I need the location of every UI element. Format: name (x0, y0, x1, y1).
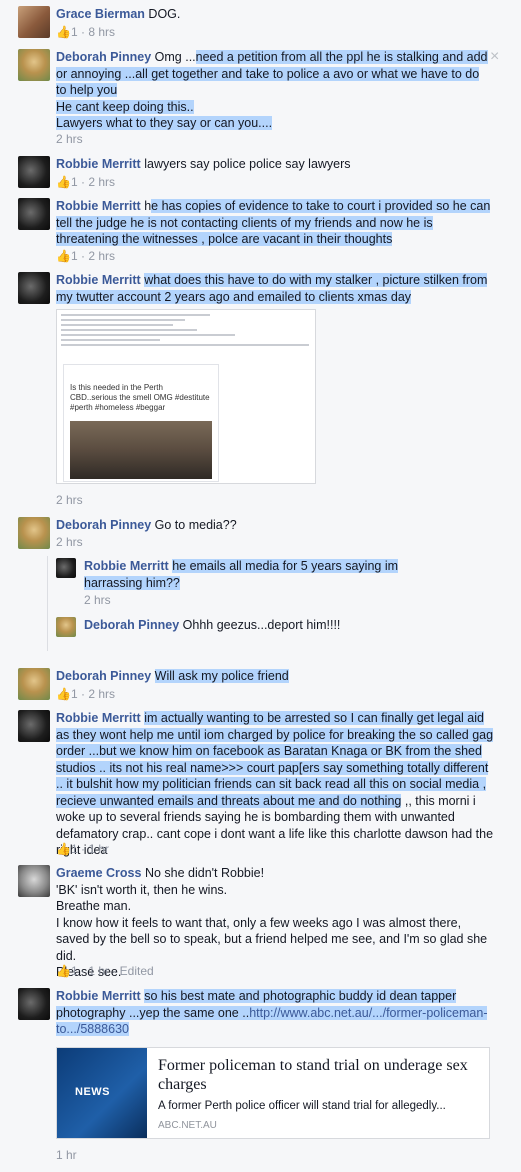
timestamp[interactable]: 1 hr (88, 842, 109, 856)
link-description: A former Perth police officer will stand… (158, 1100, 446, 1112)
comment-text: No she didn't Robbie! (144, 866, 265, 880)
tweet-text: Is this needed in the Perth CBD..serious… (70, 383, 210, 412)
comment-line: Lawyers what to they say or can you.... (56, 116, 273, 130)
comment-body: Deborah Pinney Will ask my police friend (56, 668, 496, 685)
comment-thread: Grace Bierman DOG. 👍1 · 8 hrs Deborah Pi… (0, 0, 521, 1172)
email-document-image (61, 314, 309, 349)
comment-meta: 👍1 · 2 hrs (56, 249, 115, 263)
comment-meta: 2 hrs (56, 131, 83, 147)
commenter-name[interactable]: Deborah Pinney (84, 618, 179, 632)
like-thumb-icon: 👍 (56, 964, 71, 978)
comment-text: Go to media?? (154, 518, 237, 532)
comment-body: Robbie Merritt he has copies of evidence… (56, 198, 496, 248)
timestamp[interactable]: 1 hr (88, 964, 109, 978)
commenter-name[interactable]: Robbie Merritt (84, 559, 169, 573)
comment-meta: 2 hrs (84, 592, 111, 608)
comment-body: Deborah Pinney Omg ...need a petition fr… (56, 49, 488, 132)
comment-text: Ohhh geezus...deport him!!!! (182, 618, 341, 632)
like-count[interactable]: 1 (71, 249, 78, 263)
timestamp[interactable]: 8 hrs (88, 25, 115, 39)
comment-line: I know how it feels to want that, only a… (56, 915, 488, 963)
timestamp[interactable]: 2 hrs (56, 132, 83, 146)
like-thumb-icon: 👍 (56, 175, 71, 189)
avatar[interactable] (18, 156, 50, 188)
like-thumb-icon: 👍 (56, 687, 71, 701)
comment-body: Robbie Merritt lawyers say police police… (56, 156, 496, 173)
timestamp[interactable]: 2 hrs (84, 593, 111, 607)
comment-body: Grace Bierman DOG. (56, 6, 496, 23)
comment-meta: 2 hrs (56, 492, 83, 508)
like-thumb-icon: 👍 (56, 842, 71, 856)
comment-meta: 👍1 · 2 hrs (56, 175, 115, 189)
comment-body: Deborah Pinney Go to media?? (56, 517, 496, 534)
avatar[interactable] (18, 272, 50, 304)
like-thumb-icon: 👍 (56, 25, 71, 39)
avatar[interactable] (18, 865, 50, 897)
avatar[interactable] (56, 617, 76, 637)
timestamp[interactable]: 1 hr (56, 1148, 77, 1162)
link-preview-card[interactable]: NEWS Former policeman to stand trial on … (56, 1047, 490, 1139)
commenter-name[interactable]: Deborah Pinney (56, 518, 151, 532)
comment-text: DOG. (148, 7, 181, 21)
reply-thread-line (47, 556, 48, 651)
commenter-name[interactable]: Robbie Merritt (56, 273, 141, 287)
comment-line: He cant keep doing this.. (56, 99, 194, 114)
avatar[interactable] (18, 6, 50, 38)
avatar[interactable] (18, 668, 50, 700)
comment-line: Breathe man. (56, 899, 132, 913)
avatar[interactable] (18, 517, 50, 549)
comment-body: Robbie Merritt im actually wanting to be… (56, 710, 496, 859)
commenter-name[interactable]: Robbie Merritt (56, 157, 141, 171)
commenter-name[interactable]: Graeme Cross (56, 866, 141, 880)
commenter-name[interactable]: Robbie Merritt (56, 199, 141, 213)
abc-news-logo: NEWS (75, 1086, 110, 1098)
avatar[interactable] (18, 710, 50, 742)
avatar[interactable] (18, 198, 50, 230)
timestamp[interactable]: 2 hrs (88, 249, 115, 263)
commenter-name[interactable]: Grace Bierman (56, 7, 145, 21)
like-count[interactable]: 1 (71, 687, 78, 701)
avatar[interactable] (56, 558, 76, 578)
comment-body: Robbie Merritt so his best mate and phot… (56, 988, 496, 1038)
timestamp[interactable]: 2 hrs (88, 175, 115, 189)
like-count[interactable]: 1 (71, 175, 78, 189)
news-thumbnail: NEWS (57, 1048, 147, 1138)
commenter-name[interactable]: Robbie Merritt (56, 989, 141, 1003)
commenter-name[interactable]: Robbie Merritt (56, 711, 141, 725)
comment-meta: 2 hrs (56, 534, 83, 550)
link-host: ABC.NET.AU (158, 1120, 217, 1131)
comment-text: lawyers say police police say lawyers (144, 157, 351, 171)
avatar[interactable] (18, 988, 50, 1020)
like-count[interactable]: 1 (71, 964, 78, 978)
comment-line: 'BK' isn't worth it, then he wins. (56, 882, 228, 897)
comment-text: Omg ... (154, 50, 196, 64)
comment-text-selected: Will ask my police friend (154, 669, 289, 683)
reply-body: Robbie Merritt he emails all media for 5… (84, 558, 456, 591)
comment-meta: 👍1 · 8 hrs (56, 25, 115, 39)
edited-label[interactable]: Edited (120, 964, 154, 978)
timestamp[interactable]: 2 hrs (88, 687, 115, 701)
comment-meta: 👍1 · 1 hr (56, 842, 109, 856)
comment-meta: 👍1 · 2 hrs (56, 687, 115, 701)
close-icon[interactable]: × (490, 48, 499, 66)
photo-attachment[interactable]: Is this needed in the Perth CBD..serious… (56, 309, 316, 484)
comment-body: Robbie Merritt what does this have to do… (56, 272, 496, 305)
like-thumb-icon: 👍 (56, 249, 71, 263)
like-count[interactable]: 1 (71, 842, 78, 856)
timestamp[interactable]: 2 hrs (56, 493, 83, 507)
timestamp[interactable]: 2 hrs (56, 535, 83, 549)
commenter-name[interactable]: Deborah Pinney (56, 669, 151, 683)
link-title[interactable]: Former policeman to stand trial on under… (158, 1056, 478, 1094)
avatar[interactable] (18, 49, 50, 81)
commenter-name[interactable]: Deborah Pinney (56, 50, 151, 64)
comment-meta: 1 hr (56, 1147, 77, 1163)
like-count[interactable]: 1 (71, 25, 78, 39)
comment-meta: 👍1 · 1 hr · Edited (56, 964, 154, 978)
tweet-photo (70, 421, 212, 479)
reply-body: Deborah Pinney Ohhh geezus...deport him!… (84, 617, 504, 634)
tweet-screenshot: Is this needed in the Perth CBD..serious… (63, 364, 219, 482)
